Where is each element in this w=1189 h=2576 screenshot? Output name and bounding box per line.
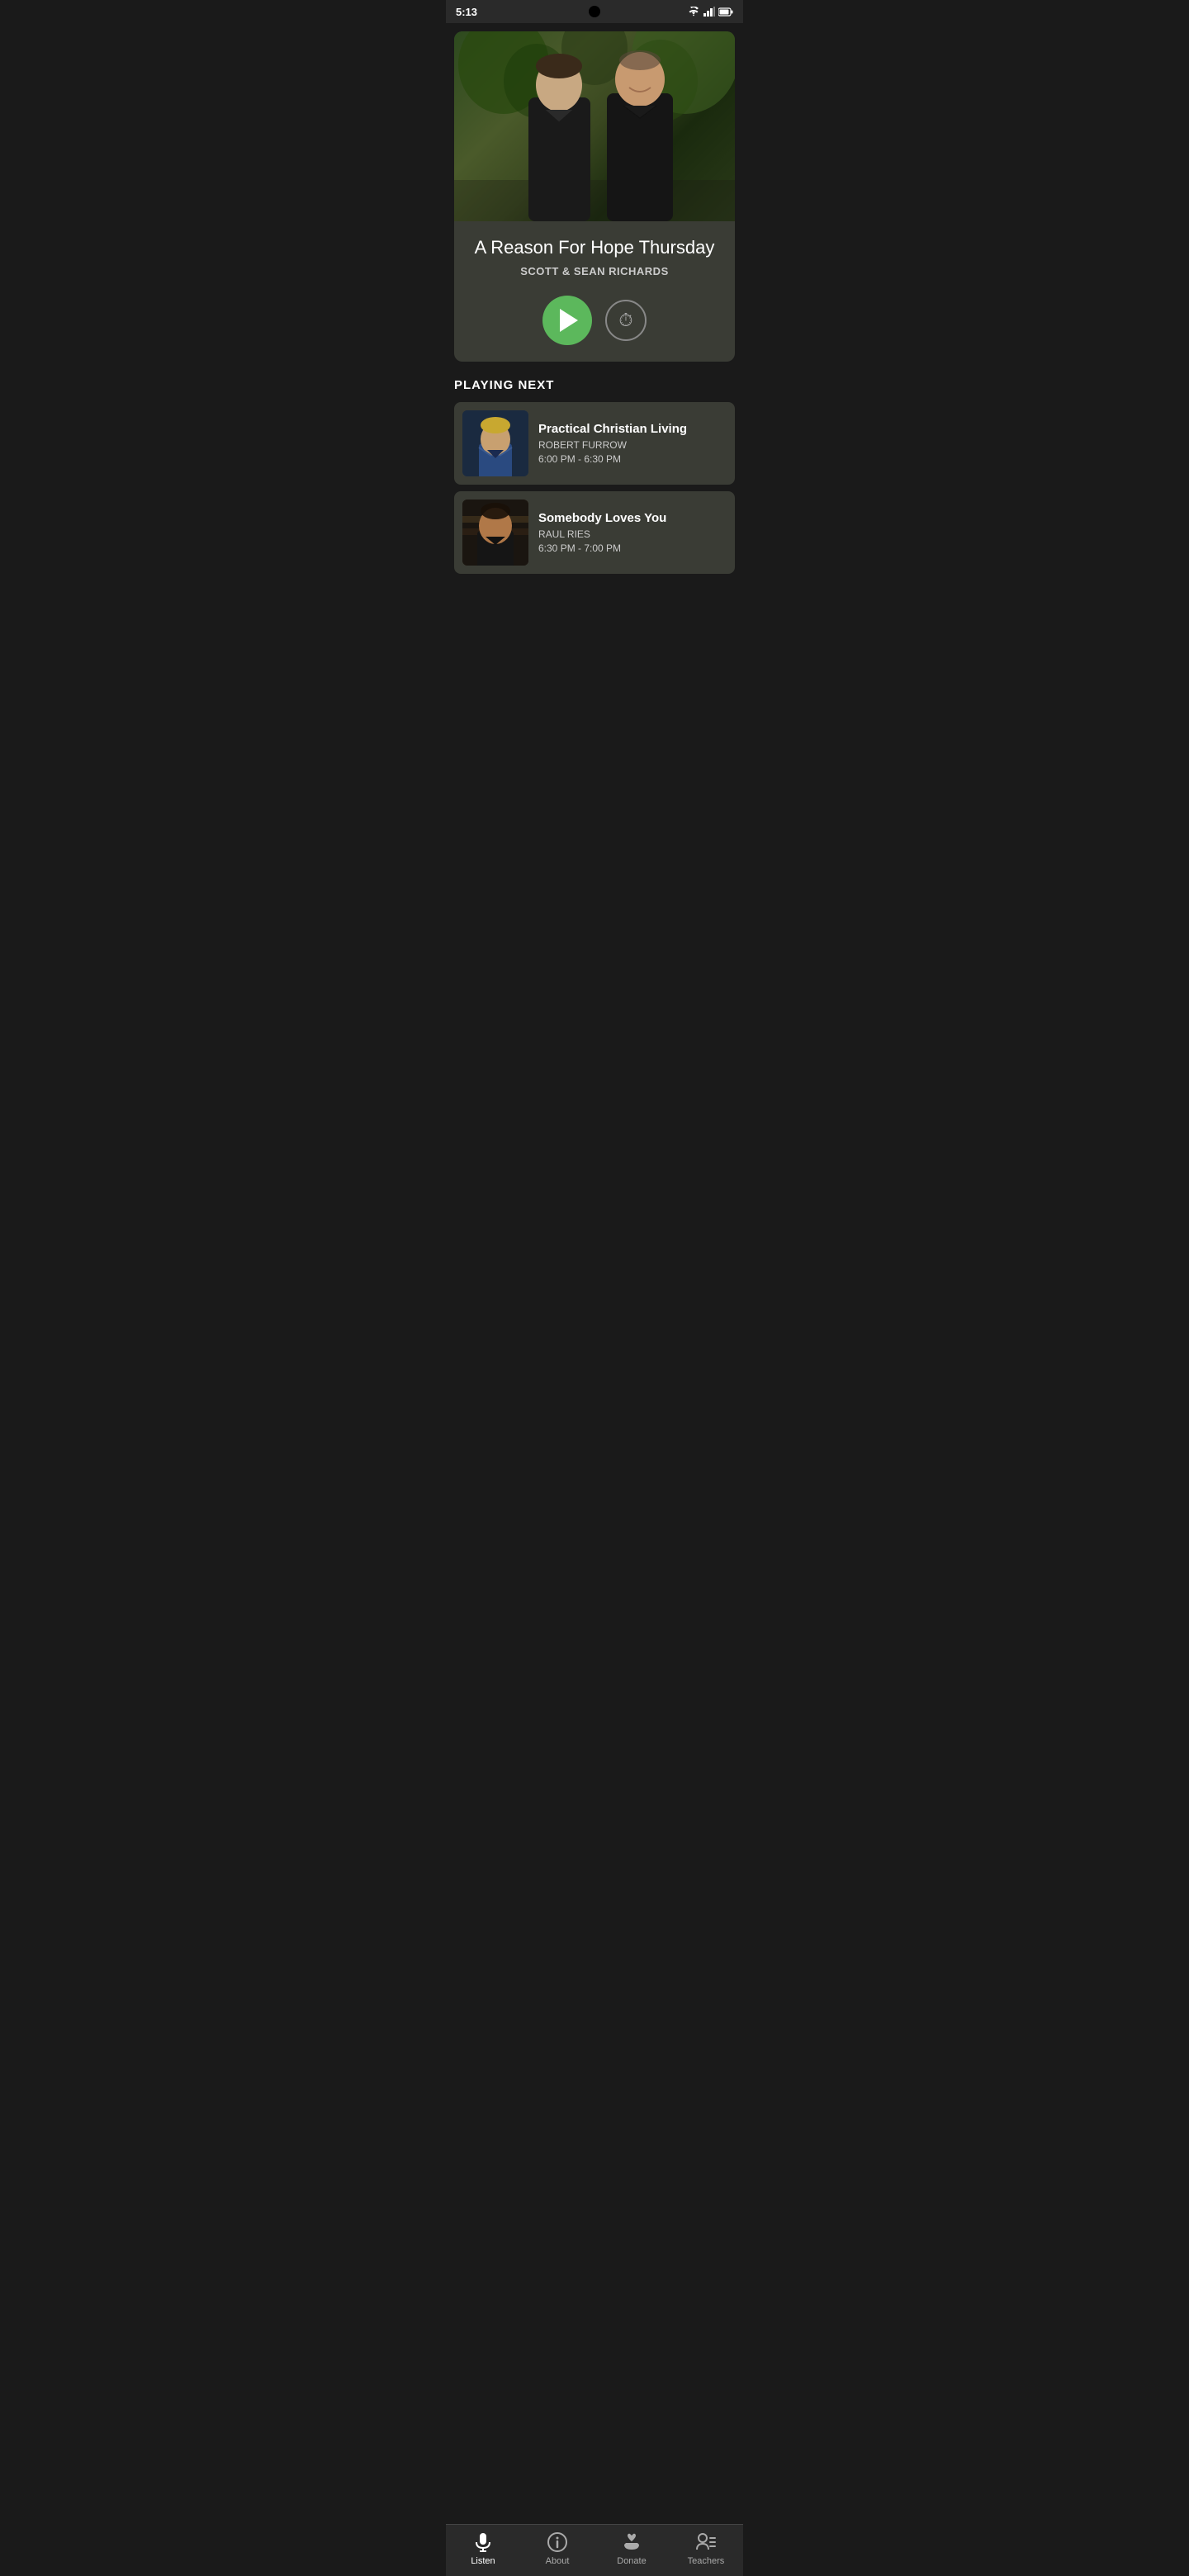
info-icon (547, 2531, 568, 2553)
microphone-icon (472, 2531, 494, 2553)
person-list-icon (695, 2531, 717, 2553)
nav-item-teachers[interactable]: Teachers (669, 2531, 743, 2566)
nav-item-about[interactable]: About (520, 2531, 594, 2566)
show-title: A Reason For Hope Thursday (467, 236, 722, 260)
nav-label-about: About (546, 2556, 570, 2566)
robert-furrow-image (462, 410, 528, 476)
program-thumb-2 (462, 500, 528, 566)
program-name-2: Somebody Loves You (538, 511, 727, 525)
hero-info: A Reason For Hope Thursday SCOTT & SEAN … (454, 221, 735, 362)
status-time: 5:13 (456, 6, 477, 18)
thumb-raul (462, 500, 528, 566)
clock-icon: ⏱ (618, 310, 632, 331)
program-host-2: RAUL RIES (538, 528, 727, 540)
program-thumb-1 (462, 410, 528, 476)
thumb-robert (462, 410, 528, 476)
player-controls: ⏱ (467, 296, 722, 345)
program-time-2: 6:30 PM - 7:00 PM (538, 542, 727, 554)
nav-label-donate: Donate (617, 2556, 646, 2566)
signal-icon (703, 7, 715, 17)
hero-figures (454, 31, 735, 221)
section-title: PLAYING NEXT (454, 378, 735, 392)
play-icon (560, 309, 578, 332)
nav-item-donate[interactable]: Donate (594, 2531, 669, 2566)
battery-icon (718, 7, 733, 17)
nav-label-listen: Listen (471, 2556, 495, 2566)
schedule-button[interactable]: ⏱ (605, 300, 647, 341)
bottom-nav: Listen About Donate Tea (446, 2524, 743, 2576)
status-icons (687, 7, 733, 17)
status-bar: 5:13 (446, 0, 743, 23)
playing-next-section: PLAYING NEXT (446, 362, 743, 589)
program-time-1: 6:00 PM - 6:30 PM (538, 453, 727, 465)
raul-ries-image (462, 500, 528, 566)
camera-notch (589, 6, 600, 17)
program-card-1[interactable]: Practical Christian Living ROBERT FURROW… (454, 402, 735, 485)
nav-label-teachers: Teachers (688, 2556, 725, 2566)
program-name-1: Practical Christian Living (538, 422, 727, 436)
nav-item-listen[interactable]: Listen (446, 2531, 520, 2566)
hero-image (454, 31, 735, 221)
show-host: SCOTT & SEAN RICHARDS (467, 265, 722, 277)
program-info-2: Somebody Loves You RAUL RIES 6:30 PM - 7… (538, 511, 727, 554)
program-card-2[interactable]: Somebody Loves You RAUL RIES 6:30 PM - 7… (454, 491, 735, 574)
play-button[interactable] (542, 296, 592, 345)
program-info-1: Practical Christian Living ROBERT FURROW… (538, 422, 727, 465)
wifi-icon (687, 7, 700, 17)
program-host-1: ROBERT FURROW (538, 439, 727, 451)
content-wrap: A Reason For Hope Thursday SCOTT & SEAN … (446, 31, 743, 680)
heart-hand-icon (621, 2531, 642, 2553)
hero-card: A Reason For Hope Thursday SCOTT & SEAN … (454, 31, 735, 362)
